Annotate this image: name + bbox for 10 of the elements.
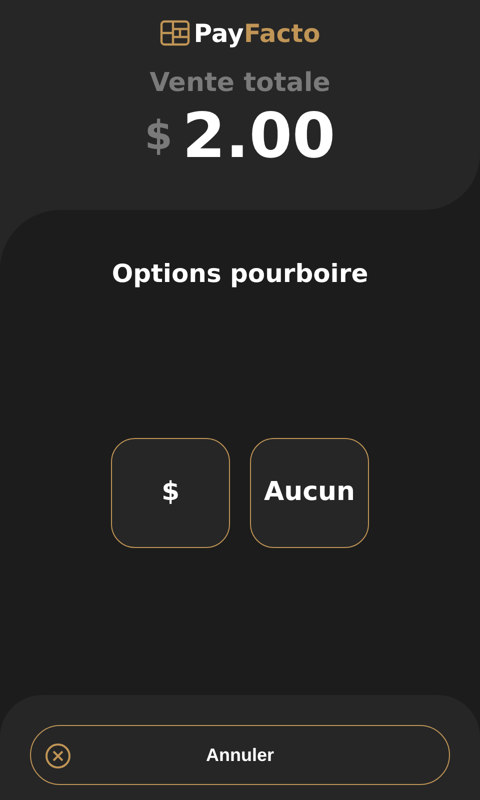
currency-symbol: $ xyxy=(144,112,172,162)
logo-text: PayFacto xyxy=(194,20,320,46)
cancel-button[interactable]: Annuler xyxy=(30,725,450,785)
card-chip-icon xyxy=(160,20,190,46)
tip-options-title: Options pourboire xyxy=(112,258,368,290)
tip-option-button[interactable]: Aucun xyxy=(250,438,369,548)
tip-option-button[interactable]: $ xyxy=(111,438,230,548)
total-amount: 2.00 xyxy=(182,105,336,168)
total-label: Vente totale xyxy=(150,68,330,100)
close-icon xyxy=(45,743,71,769)
